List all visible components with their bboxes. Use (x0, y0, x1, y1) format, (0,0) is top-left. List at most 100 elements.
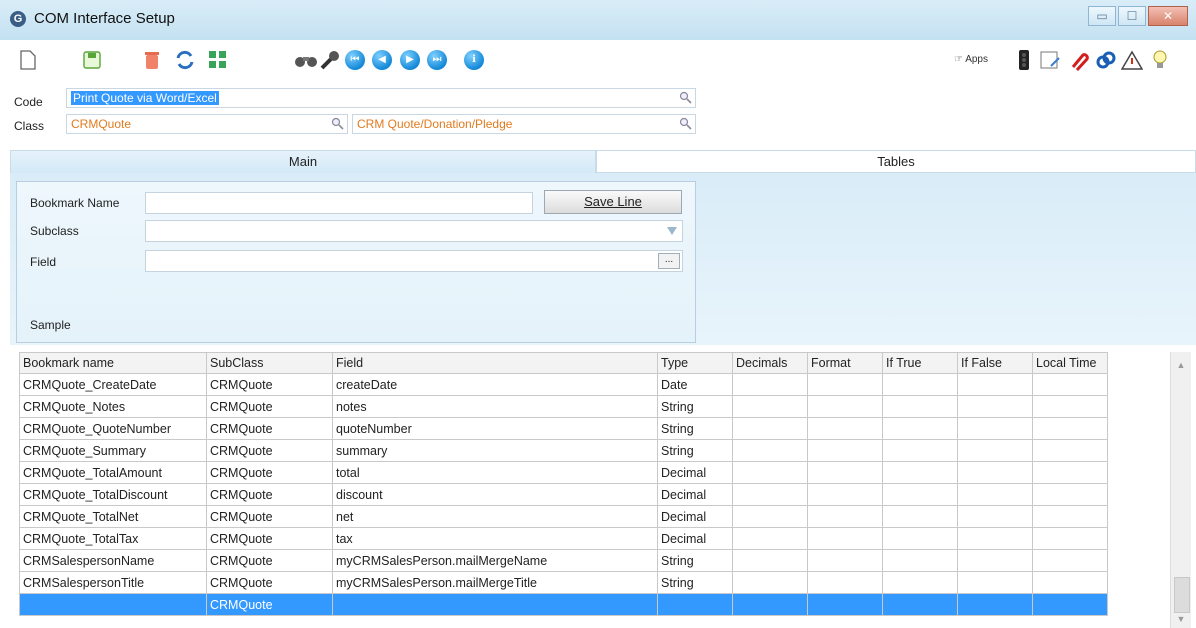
scroll-up-icon[interactable]: ▲ (1175, 360, 1187, 372)
table-cell[interactable]: myCRMSalesPerson.mailMergeTitle (332, 571, 658, 594)
table-cell[interactable]: net (332, 505, 658, 528)
table-cell[interactable]: tax (332, 527, 658, 550)
table-cell[interactable] (957, 505, 1033, 528)
scroll-down-icon[interactable]: ▼ (1175, 614, 1187, 626)
table-cell[interactable]: CRMQuote_Notes (19, 395, 207, 418)
table-cell[interactable] (882, 417, 958, 440)
table-cell[interactable]: CRMQuote (206, 417, 333, 440)
table-cell[interactable]: CRMQuote_CreateDate (19, 373, 207, 396)
table-cell[interactable]: String (657, 395, 733, 418)
table-row[interactable]: CRMQuote_TotalNet CRMQuote net Decimal (19, 505, 1108, 528)
table-cell[interactable]: String (657, 439, 733, 462)
table-cell[interactable]: CRMQuote (206, 593, 333, 616)
table-cell[interactable] (1032, 461, 1108, 484)
table-cell[interactable] (807, 505, 883, 528)
table-cell[interactable]: CRMQuote (206, 549, 333, 572)
table-row[interactable]: CRMQuote_Summary CRMQuote summary String (19, 439, 1108, 462)
apps-button[interactable]: ☞ Apps (954, 50, 1010, 70)
first-record-icon[interactable]: ⏮ (343, 48, 367, 72)
table-cell[interactable]: CRMQuote (206, 483, 333, 506)
table-cell[interactable] (732, 593, 808, 616)
table-cell[interactable]: CRMQuote_TotalTax (19, 527, 207, 550)
table-cell[interactable] (732, 549, 808, 572)
table-cell[interactable]: CRMQuote_TotalDiscount (19, 483, 207, 506)
table-cell[interactable] (1032, 505, 1108, 528)
table-cell[interactable] (1032, 527, 1108, 550)
table-cell[interactable] (732, 505, 808, 528)
table-cell[interactable] (1032, 439, 1108, 462)
table-cell[interactable]: CRMQuote (206, 373, 333, 396)
binoculars-icon[interactable] (294, 48, 318, 72)
table-cell[interactable] (1032, 373, 1108, 396)
flashlight-icon[interactable] (318, 48, 342, 72)
table-cell[interactable] (882, 483, 958, 506)
subclass-dropdown[interactable] (145, 220, 683, 242)
table-cell[interactable]: notes (332, 395, 658, 418)
table-cell[interactable] (807, 527, 883, 550)
table-cell[interactable] (882, 571, 958, 594)
table-cell[interactable]: String (657, 571, 733, 594)
table-row[interactable]: CRMQuote_CreateDate CRMQuote createDate Dat… (19, 373, 1108, 396)
table-cell[interactable]: String (657, 549, 733, 572)
table-cell[interactable] (1032, 395, 1108, 418)
table-row[interactable]: CRMQuote (19, 593, 1108, 616)
table-cell[interactable] (732, 373, 808, 396)
search-icon[interactable] (679, 91, 692, 104)
table-cell[interactable] (807, 593, 883, 616)
table-cell[interactable] (957, 439, 1033, 462)
table-cell[interactable]: Decimal (657, 527, 733, 550)
traffic-light-icon[interactable] (1012, 48, 1036, 72)
table-cell[interactable]: quoteNumber (332, 417, 658, 440)
table-cell[interactable]: CRMQuote_TotalAmount (19, 461, 207, 484)
table-row[interactable]: CRMQuote_TotalAmount CRMQuote total Decimal (19, 461, 1108, 484)
table-cell[interactable]: CRMQuote_Summary (19, 439, 207, 462)
class-field[interactable]: CRMQuote (66, 114, 348, 134)
table-cell[interactable] (882, 593, 958, 616)
column-header[interactable]: Field (332, 352, 658, 374)
table-row[interactable]: CRMQuote_TotalTax CRMQuote tax Decimal (19, 527, 1108, 550)
column-header[interactable]: Bookmark name (19, 352, 207, 374)
table-cell[interactable]: Date (657, 373, 733, 396)
table-cell[interactable] (1032, 593, 1108, 616)
table-cell[interactable] (807, 439, 883, 462)
table-cell[interactable] (807, 461, 883, 484)
column-header[interactable]: Type (657, 352, 733, 374)
lightbulb-icon[interactable] (1148, 48, 1172, 72)
close-button[interactable]: ✕ (1148, 6, 1188, 26)
info-icon[interactable]: ℹ (462, 48, 486, 72)
table-cell[interactable] (957, 395, 1033, 418)
class-description-field[interactable]: CRM Quote/Donation/Pledge (352, 114, 696, 134)
next-record-icon[interactable]: ▶ (398, 48, 422, 72)
table-cell[interactable] (882, 373, 958, 396)
table-cell[interactable] (732, 571, 808, 594)
table-cell[interactable] (732, 439, 808, 462)
table-cell[interactable] (732, 417, 808, 440)
table-cell[interactable]: CRMQuote_QuoteNumber (19, 417, 207, 440)
table-cell[interactable]: CRMQuote (206, 505, 333, 528)
table-cell[interactable]: CRMSalespersonName (19, 549, 207, 572)
table-cell[interactable] (882, 439, 958, 462)
scroll-thumb[interactable] (1174, 577, 1190, 613)
table-cell[interactable]: CRMQuote (206, 395, 333, 418)
table-cell[interactable]: total (332, 461, 658, 484)
link-icon[interactable] (1094, 48, 1118, 72)
new-document-icon[interactable] (16, 48, 40, 72)
minimize-button[interactable]: ▭ (1088, 6, 1116, 26)
table-cell[interactable] (807, 417, 883, 440)
code-field[interactable]: Print Quote via Word/Excel (66, 88, 696, 108)
column-header[interactable]: SubClass (206, 352, 333, 374)
maximize-button[interactable]: ☐ (1118, 6, 1146, 26)
table-row[interactable]: CRMSalespersonName CRMQuote myCRMSalesPers… (19, 549, 1108, 572)
search-icon[interactable] (679, 117, 692, 130)
table-cell[interactable] (1032, 417, 1108, 440)
table-cell[interactable]: discount (332, 483, 658, 506)
table-cell[interactable]: createDate (332, 373, 658, 396)
grid-view-icon[interactable] (206, 48, 230, 72)
table-cell[interactable]: summary (332, 439, 658, 462)
browse-field-button[interactable]: ... (658, 253, 680, 269)
column-header[interactable]: Decimals (732, 352, 808, 374)
table-cell[interactable] (1032, 549, 1108, 572)
table-cell[interactable] (807, 373, 883, 396)
table-cell[interactable]: Decimal (657, 483, 733, 506)
table-row[interactable]: CRMQuote_QuoteNumber CRMQuote quoteNumber S… (19, 417, 1108, 440)
